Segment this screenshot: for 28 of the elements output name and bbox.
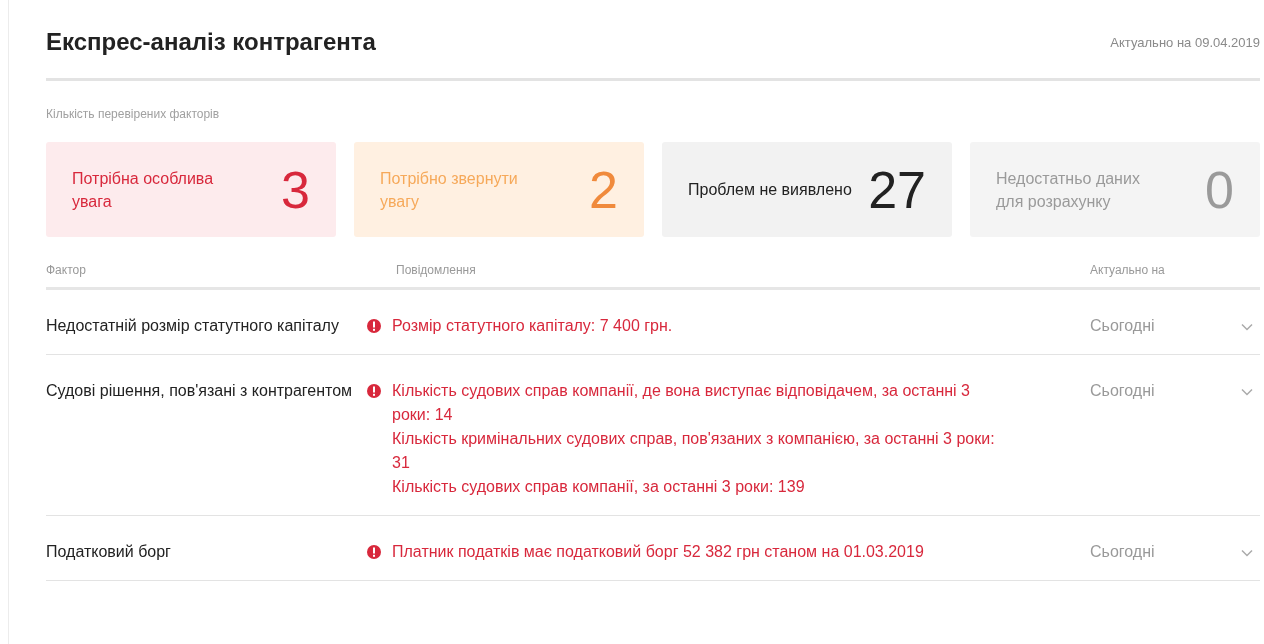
alert-icon [366,544,382,560]
card-label: Потрібна особлива увага [72,168,215,212]
card-label: Проблем не виявлено [688,180,853,200]
column-header: Фактор [46,263,87,277]
section-caption: Кількість перевірених факторів [46,107,221,121]
message-text: Кількість судових справ компанії, де вона виступає відповідачем, за останні 3 роки: 14 [392,381,971,425]
alert-icon [366,318,382,334]
message-text: Розмір статутного капіталу: 7 400 грн. [392,316,673,336]
message-text: Кількість кримінальних судових справ, пов'язаних з компанією, за останні 3 роки: 31 [392,429,996,473]
message-text: Кількість судових справ компанії, за останні 3 роки: 139 [392,477,806,497]
column-header: Повідомлення [396,263,477,277]
updated-date: Актуально на 09.04.2019 [1110,34,1260,50]
message-text: Платник податків має податковий борг 52 382 грн станом на 01.03.2019 [392,542,924,562]
column-header: Актуально на [1089,263,1166,277]
card-count: 3 [281,159,310,220]
page-title: Експрес-аналіз контрагента [46,28,376,56]
card-label: Недостатньо даних для розрахунку [996,168,1141,212]
card-count: 27 [868,159,926,220]
factor-name: Судові рішення, пов'язані з контрагентом [46,381,354,401]
card-count: 2 [589,159,618,220]
factor-name: Недостатній розмір статутного капіталу [46,316,340,336]
card-count: 0 [1205,159,1234,220]
factor-name: Податковий борг [46,542,172,562]
date-text: Сьогодні [1089,316,1156,336]
card-label: Потрібно звернути увагу [380,168,519,212]
alert-icon [366,383,382,399]
date-text: Сьогодні [1089,542,1156,562]
date-text: Сьогодні [1089,381,1156,401]
